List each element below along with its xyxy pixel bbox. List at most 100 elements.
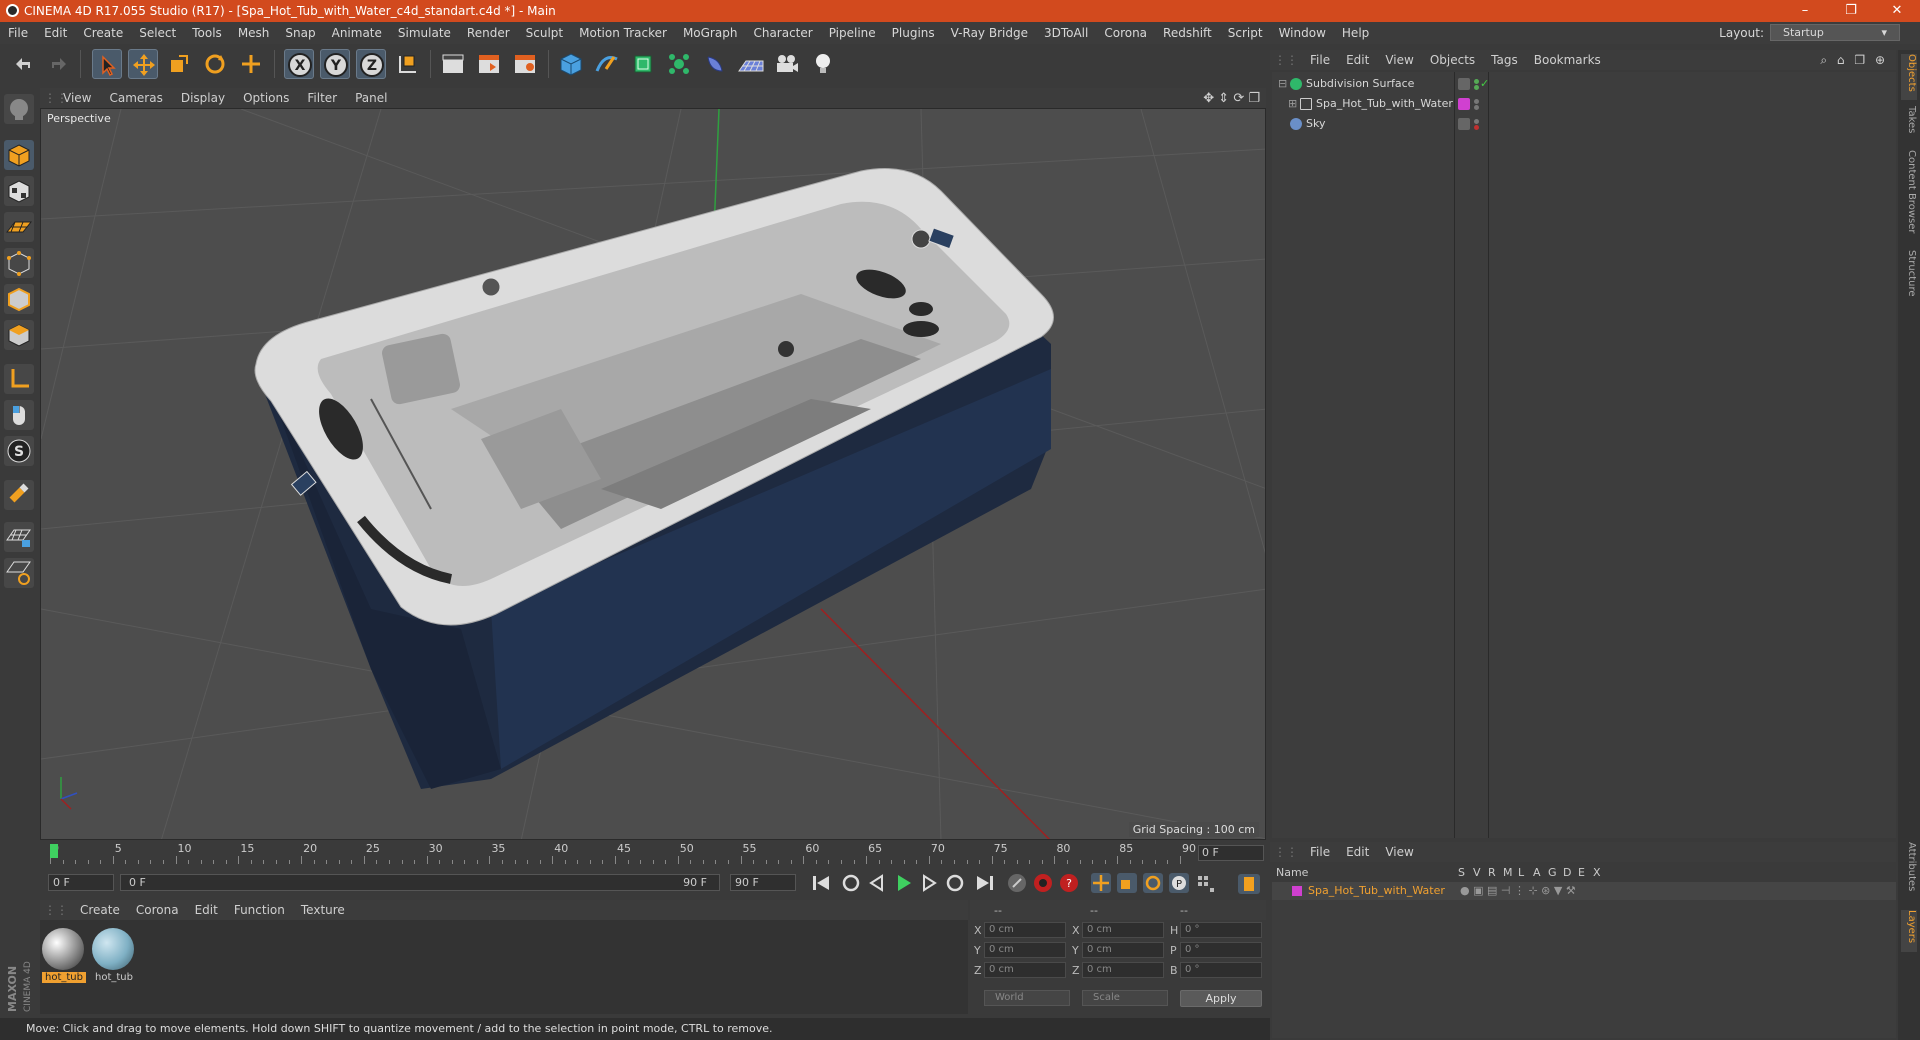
model-mode-button[interactable] <box>4 140 34 170</box>
render-visibility-icon[interactable] <box>1474 85 1479 90</box>
keyframe-selection-icon[interactable]: ? <box>1058 872 1080 894</box>
size-x-field[interactable]: 0 cm <box>1082 922 1164 938</box>
expand-icon[interactable]: ⊞ <box>1288 94 1297 114</box>
lock-workplane-button[interactable] <box>4 522 34 552</box>
next-frame-icon[interactable] <box>918 872 940 894</box>
object-menu-tags[interactable]: Tags <box>1483 53 1526 67</box>
key-position-icon[interactable] <box>1090 872 1112 894</box>
select-tool-button[interactable] <box>92 49 122 79</box>
start-frame-field[interactable]: 0 F <box>48 874 114 891</box>
rotate-tool-button[interactable] <box>200 49 230 79</box>
previous-frame-icon[interactable] <box>866 872 888 894</box>
menu-edit[interactable]: Edit <box>36 26 75 40</box>
menu-create[interactable]: Create <box>75 26 131 40</box>
range-slider[interactable]: 0 F 90 F <box>120 874 720 891</box>
go-to-start-icon[interactable] <box>810 872 832 894</box>
tab-layers[interactable]: Layers <box>1901 910 1917 952</box>
add-cube-button[interactable] <box>556 49 586 79</box>
new-window-icon[interactable]: ❐ <box>1851 53 1868 67</box>
viewport-menu-filter[interactable]: Filter <box>298 91 346 105</box>
menu-render[interactable]: Render <box>459 26 518 40</box>
material-menu-function[interactable]: Function <box>226 903 293 917</box>
previous-keyframe-icon[interactable] <box>840 872 862 894</box>
snap-button[interactable]: S <box>4 436 34 466</box>
timeline-window-icon[interactable] <box>1236 872 1262 894</box>
apply-button[interactable]: Apply <box>1180 990 1262 1007</box>
tab-content-browser[interactable]: Content Browser <box>1901 150 1917 246</box>
material-menu-corona[interactable]: Corona <box>128 903 187 917</box>
coordinate-mode-dropdown[interactable]: World <box>984 990 1070 1006</box>
workplane-align-button[interactable] <box>4 558 34 588</box>
size-z-field[interactable]: 0 cm <box>1082 962 1164 978</box>
viewport-menu-display[interactable]: Display <box>172 91 234 105</box>
object-menu-objects[interactable]: Objects <box>1422 53 1483 67</box>
viewport-3d[interactable]: Perspective Grid Spacing : 100 cm <box>40 108 1266 840</box>
add-camera-button[interactable] <box>772 49 802 79</box>
menu-motion-tracker[interactable]: Motion Tracker <box>571 26 675 40</box>
layer-row[interactable]: Spa_Hot_Tub_with_Water ● ▣ ▤ ⊣ ⋮ ⊹ ⊛ ▼ ⚒ <box>1272 882 1896 900</box>
menu-window[interactable]: Window <box>1271 26 1334 40</box>
add-light-button[interactable] <box>808 49 838 79</box>
position-z-field[interactable]: 0 cm <box>984 962 1066 978</box>
minimize-button[interactable]: – <box>1782 0 1828 22</box>
viewport-menu-cameras[interactable]: Cameras <box>100 91 171 105</box>
enabled-check-icon[interactable]: ✓ <box>1480 74 1489 94</box>
menu-vray-bridge[interactable]: V-Ray Bridge <box>943 26 1036 40</box>
magnet-button[interactable] <box>4 480 34 510</box>
render-view-button[interactable] <box>438 49 468 79</box>
scale-tool-button[interactable] <box>164 49 194 79</box>
edges-mode-button[interactable] <box>4 284 34 314</box>
points-mode-button[interactable] <box>4 248 34 278</box>
tab-structure[interactable]: Structure <box>1901 250 1917 310</box>
object-menu-file[interactable]: File <box>1302 53 1338 67</box>
material-swatch[interactable]: hot_tub <box>42 928 86 988</box>
object-row[interactable]: Sky <box>1272 114 1896 134</box>
menu-character[interactable]: Character <box>745 26 820 40</box>
axis-mode-button[interactable] <box>4 364 34 394</box>
object-menu-edit[interactable]: Edit <box>1338 53 1377 67</box>
menu-plugins[interactable]: Plugins <box>884 26 943 40</box>
current-frame-field[interactable]: 0 F <box>1198 845 1264 861</box>
layer-flags[interactable]: ● ▣ ▤ ⊣ ⋮ ⊹ ⊛ ▼ ⚒ <box>1460 882 1576 900</box>
menu-select[interactable]: Select <box>131 26 184 40</box>
editor-visibility-icon[interactable] <box>1474 99 1479 104</box>
material-menu-create[interactable]: Create <box>72 903 128 917</box>
key-rotation-icon[interactable] <box>1142 872 1164 894</box>
viewport-menu-panel[interactable]: Panel <box>346 91 396 105</box>
tab-attributes[interactable]: Attributes <box>1901 842 1917 904</box>
add-floor-button[interactable] <box>736 49 766 79</box>
render-settings-button[interactable] <box>510 49 540 79</box>
undo-button[interactable] <box>8 49 38 79</box>
collapse-icon[interactable]: ⊟ <box>1278 74 1287 94</box>
tweak-mode-button[interactable] <box>4 400 34 430</box>
material-menu-texture[interactable]: Texture <box>293 903 353 917</box>
rotation-b-field[interactable]: 0 ° <box>1180 962 1262 978</box>
menu-simulate[interactable]: Simulate <box>390 26 459 40</box>
menu-file[interactable]: File <box>0 26 36 40</box>
layer-menu-file[interactable]: File <box>1302 845 1338 859</box>
material-swatch[interactable]: hot_tub <box>92 928 136 988</box>
expand-icon[interactable]: ⊕ <box>1872 53 1888 67</box>
editor-visibility-icon[interactable] <box>1474 79 1479 84</box>
render-visibility-icon[interactable] <box>1474 105 1479 110</box>
render-visibility-icon[interactable] <box>1474 125 1479 130</box>
menu-snap[interactable]: Snap <box>277 26 323 40</box>
material-menu-edit[interactable]: Edit <box>187 903 226 917</box>
object-row[interactable]: ⊞ Spa_Hot_Tub_with_Water <box>1272 94 1896 114</box>
object-menu-bookmarks[interactable]: Bookmarks <box>1526 53 1609 67</box>
layout-dropdown[interactable]: Startup ▾ <box>1770 24 1900 41</box>
rotation-h-field[interactable]: 0 ° <box>1180 922 1262 938</box>
playhead[interactable] <box>50 844 58 858</box>
size-y-field[interactable]: 0 cm <box>1082 942 1164 958</box>
menu-sculpt[interactable]: Sculpt <box>518 26 571 40</box>
tab-objects[interactable]: Objects <box>1901 54 1917 100</box>
editor-visibility-icon[interactable] <box>1474 119 1479 124</box>
z-axis-lock-button[interactable]: Z <box>356 49 386 79</box>
coordinate-system-button[interactable] <box>392 49 422 79</box>
rotation-p-field[interactable]: 0 ° <box>1180 942 1262 958</box>
recent-tool-button[interactable] <box>236 49 266 79</box>
end-frame-field[interactable]: 90 F <box>730 874 796 891</box>
close-button[interactable]: ✕ <box>1874 0 1920 22</box>
workplane-mode-button[interactable] <box>4 212 34 242</box>
add-deformer-button[interactable] <box>700 49 730 79</box>
